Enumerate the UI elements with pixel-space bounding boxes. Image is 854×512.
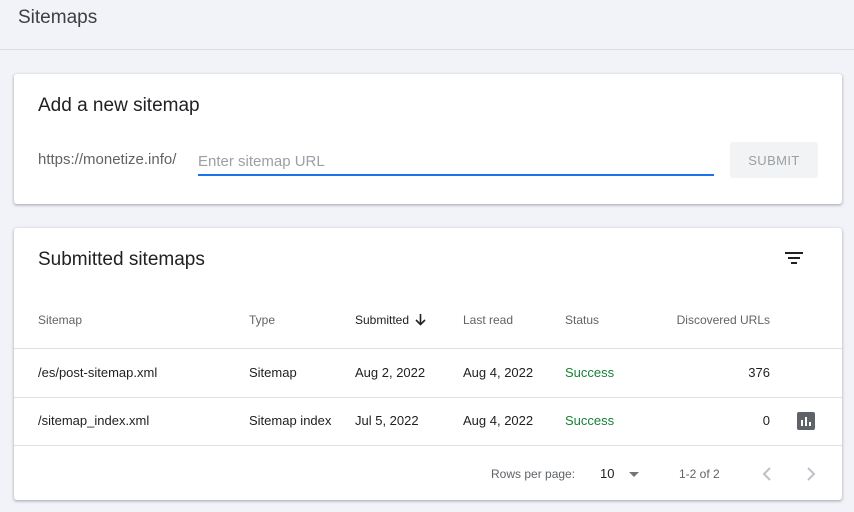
add-sitemap-title: Add a new sitemap: [38, 95, 200, 116]
rows-per-page-label: Rows per page:: [491, 467, 576, 481]
status-cell: Success: [565, 365, 615, 380]
type-cell: Sitemap index: [249, 413, 332, 428]
column-header-type[interactable]: Type: [249, 313, 275, 327]
column-header-status[interactable]: Status: [565, 313, 599, 327]
submitted-cell: Aug 2, 2022: [355, 365, 426, 380]
table-footer: Rows per page: 10 1-2 of 2: [14, 446, 842, 500]
status-cell: Success: [565, 413, 615, 428]
filter-button[interactable]: [778, 244, 810, 272]
column-header-submitted-label: Submitted: [355, 313, 410, 327]
chevron-left-icon[interactable]: [755, 462, 779, 486]
submitted-sitemaps-card: Submitted sitemaps Sitemap Type Submitte…: [14, 228, 842, 500]
column-header-discovered-urls[interactable]: Discovered URLs: [677, 313, 770, 327]
table-row[interactable]: /es/post-sitemap.xml Sitemap Aug 2, 2022…: [14, 349, 842, 398]
last-read-cell: Aug 4, 2022: [463, 365, 534, 380]
caret-down-icon[interactable]: [629, 472, 639, 477]
chevron-right-icon[interactable]: [799, 462, 823, 486]
table-header-row: Sitemap Type Submitted Last read Status …: [14, 298, 842, 349]
submitted-sitemaps-title: Submitted sitemaps: [38, 249, 205, 270]
sitemap-cell: /es/post-sitemap.xml: [38, 365, 158, 380]
submit-button[interactable]: SUBMIT: [730, 142, 818, 178]
bar-chart-icon[interactable]: [797, 412, 815, 430]
column-header-submitted[interactable]: Submitted: [355, 313, 426, 327]
arrow-down-icon: [415, 314, 426, 326]
rows-per-page-select[interactable]: 10: [600, 466, 614, 481]
column-header-last-read[interactable]: Last read: [463, 313, 513, 327]
filter-icon: [785, 252, 803, 264]
table-row[interactable]: /sitemap_index.xml Sitemap index Jul 5, …: [14, 397, 842, 446]
add-sitemap-card: Add a new sitemap https://monetize.info/…: [14, 74, 842, 204]
sitemap-url-input[interactable]: [198, 148, 714, 176]
sitemap-cell: /sitemap_index.xml: [38, 413, 150, 428]
last-read-cell: Aug 4, 2022: [463, 413, 534, 428]
discovered-urls-cell: 0: [762, 413, 770, 428]
submitted-cell: Jul 5, 2022: [355, 413, 419, 428]
column-header-sitemap[interactable]: Sitemap: [38, 313, 82, 327]
url-prefix: https://monetize.info/: [38, 151, 177, 168]
type-cell: Sitemap: [249, 365, 297, 380]
discovered-urls-cell: 376: [748, 365, 770, 380]
pagination-range: 1-2 of 2: [679, 467, 720, 481]
page-title: Sitemaps: [18, 7, 98, 28]
page-header: Sitemaps: [0, 0, 854, 50]
